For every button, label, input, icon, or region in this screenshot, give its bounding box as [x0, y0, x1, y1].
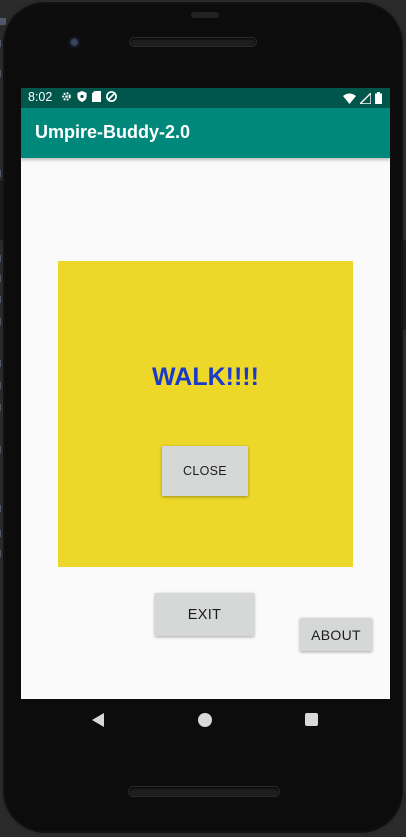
- app-title: Umpire-Buddy-2.0: [35, 122, 191, 142]
- bottom-speaker: [129, 787, 279, 796]
- front-camera: [68, 36, 82, 50]
- signal-icon: [358, 90, 372, 107]
- exit-button[interactable]: EXIT: [155, 593, 254, 636]
- status-time: 8:02: [28, 90, 53, 104]
- app-bar: Umpire-Buddy-2.0: [21, 108, 390, 158]
- wifi-icon: [343, 93, 356, 107]
- close-button[interactable]: CLOSE: [162, 446, 248, 496]
- walk-message: WALK!!!!: [152, 363, 259, 391]
- gear-icon: [61, 91, 72, 105]
- device-screen: 8:02 Umpire-Buddy-2.0 WALK!!!! CLOSE EXI…: [21, 88, 390, 699]
- back-icon[interactable]: [92, 713, 104, 727]
- sd-card-icon: [92, 91, 101, 105]
- home-icon[interactable]: [198, 713, 212, 727]
- about-button[interactable]: ABOUT: [300, 618, 372, 651]
- walk-dialog: WALK!!!! CLOSE: [58, 261, 353, 567]
- battery-icon: [375, 92, 382, 107]
- top-speaker: [130, 38, 256, 46]
- power-button: [0, 180, 3, 240]
- recents-icon[interactable]: [305, 713, 318, 726]
- status-bar: 8:02: [21, 88, 390, 108]
- shield-icon: [77, 91, 87, 105]
- earpiece: [191, 12, 219, 18]
- sync-icon: [106, 91, 117, 105]
- navigation-bar: [21, 699, 390, 745]
